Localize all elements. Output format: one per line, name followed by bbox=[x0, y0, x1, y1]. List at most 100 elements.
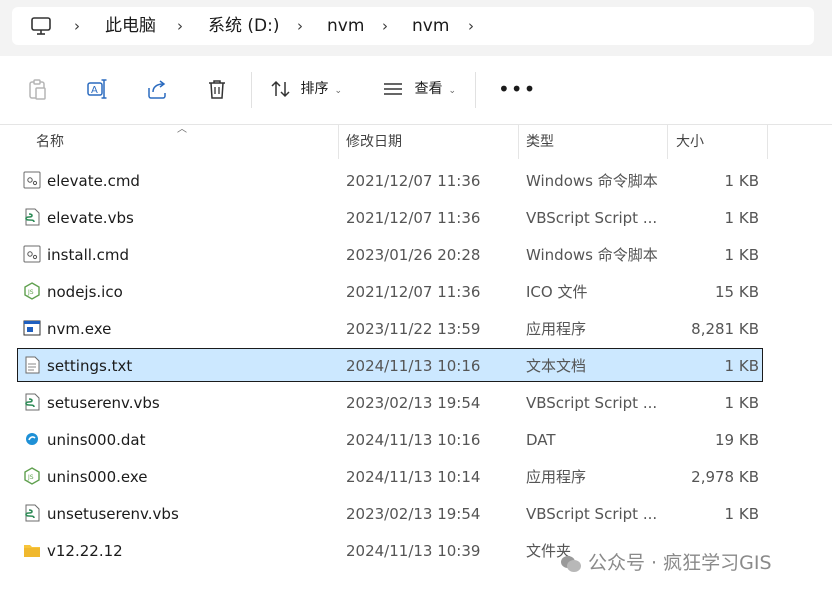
file-size: 2,978 KB bbox=[691, 468, 759, 486]
breadcrumb-this-pc[interactable]: 此电脑 bbox=[105, 7, 156, 45]
vbs-file-icon bbox=[23, 504, 41, 522]
file-type: VBScript Script ... bbox=[526, 394, 658, 412]
file-row[interactable]: unsetuserenv.vbs 2023/02/13 19:54 VBScript… bbox=[17, 496, 763, 530]
file-name: unins000.exe bbox=[47, 468, 148, 486]
file-type: 应用程序 bbox=[526, 320, 587, 338]
this-pc-icon[interactable] bbox=[30, 16, 52, 36]
rename-icon: A bbox=[87, 79, 107, 99]
chevron-down-icon: ⌄ bbox=[448, 86, 456, 96]
column-divider[interactable] bbox=[667, 125, 668, 159]
address-bar[interactable]: › 此电脑 › 系统 (D:) › nvm › nvm › bbox=[12, 7, 814, 45]
column-header-size[interactable]: 大小 bbox=[676, 125, 704, 159]
file-row[interactable]: nvm.exe 2023/11/22 13:59 应用程序 8,281 KB bbox=[17, 311, 763, 345]
vbs-file-icon bbox=[23, 393, 41, 411]
file-name: setuserenv.vbs bbox=[47, 394, 160, 412]
share-button[interactable] bbox=[142, 74, 172, 104]
file-row[interactable]: unins000.dat 2024/11/13 10:16 DAT 19 KB bbox=[17, 422, 763, 456]
file-type: Windows 命令脚本 bbox=[526, 246, 658, 264]
column-header-name[interactable]: 名称 bbox=[36, 125, 64, 159]
sort-button[interactable]: 排序 ⌄ bbox=[270, 72, 342, 106]
file-name: elevate.vbs bbox=[47, 209, 134, 227]
file-size: 1 KB bbox=[724, 394, 759, 412]
column-divider[interactable] bbox=[518, 125, 519, 159]
file-date: 2021/12/07 11:36 bbox=[346, 209, 481, 227]
view-label: 查看 bbox=[414, 81, 443, 97]
cmd-file-icon bbox=[23, 171, 41, 189]
file-date: 2021/12/07 11:36 bbox=[346, 283, 481, 301]
file-row[interactable]: install.cmd 2023/01/26 20:28 Windows 命令脚本 1… bbox=[17, 237, 763, 271]
file-size: 15 KB bbox=[715, 283, 759, 301]
file-name: v12.22.12 bbox=[47, 542, 123, 560]
file-date: 2021/12/07 11:36 bbox=[346, 172, 481, 190]
delete-button[interactable] bbox=[202, 74, 232, 104]
column-divider[interactable] bbox=[767, 125, 768, 159]
exe-file-icon bbox=[23, 319, 41, 337]
file-name: unsetuserenv.vbs bbox=[47, 505, 179, 523]
watermark: 公众号 · 疯狂学习GIS bbox=[560, 548, 772, 578]
file-row[interactable]: elevate.vbs 2021/12/07 11:36 VBScript Scri… bbox=[17, 200, 763, 234]
file-row[interactable]: JS nodejs.ico 2021/12/07 11:36 ICO 文件 15 KB bbox=[17, 274, 763, 308]
column-divider[interactable] bbox=[338, 125, 339, 159]
nodejs-icon: JS bbox=[23, 467, 41, 485]
file-size: 1 KB bbox=[724, 357, 759, 375]
breadcrumb-chevron-icon[interactable]: › bbox=[382, 7, 388, 45]
column-headers: ︿ 名称 修改日期 类型 大小 bbox=[0, 124, 832, 159]
file-size: 1 KB bbox=[724, 246, 759, 264]
file-type: Windows 命令脚本 bbox=[526, 172, 658, 190]
file-date: 2023/11/22 13:59 bbox=[346, 320, 481, 338]
address-bar-area: › 此电脑 › 系统 (D:) › nvm › nvm › bbox=[0, 0, 832, 56]
file-type: DAT bbox=[526, 431, 556, 449]
file-size: 1 KB bbox=[724, 172, 759, 190]
breadcrumb-nvm[interactable]: nvm bbox=[327, 7, 364, 45]
file-name: unins000.dat bbox=[47, 431, 146, 449]
wechat-icon bbox=[561, 555, 581, 572]
file-size: 1 KB bbox=[724, 505, 759, 523]
breadcrumb-chevron-icon[interactable]: › bbox=[468, 7, 474, 45]
file-date: 2024/11/13 10:16 bbox=[346, 431, 481, 449]
file-row[interactable]: settings.txt 2024/11/13 10:16 文本文档 1 KB bbox=[17, 348, 763, 382]
toolbar-divider bbox=[251, 72, 252, 108]
file-name: nvm.exe bbox=[47, 320, 112, 338]
nodejs-icon: JS bbox=[23, 282, 41, 300]
sort-ascending-icon: ︿ bbox=[177, 124, 187, 135]
folder-icon bbox=[23, 541, 41, 559]
more-options-button[interactable]: ••• bbox=[498, 79, 536, 99]
file-name: elevate.cmd bbox=[47, 172, 140, 190]
file-date: 2024/11/13 10:16 bbox=[346, 357, 481, 375]
column-header-type[interactable]: 类型 bbox=[526, 125, 554, 159]
sort-icon bbox=[271, 80, 290, 98]
breadcrumb-chevron-icon[interactable]: › bbox=[297, 7, 303, 45]
breadcrumb-drive[interactable]: 系统 (D:) bbox=[208, 7, 280, 45]
file-size: 8,281 KB bbox=[691, 320, 759, 338]
file-type: 文本文档 bbox=[526, 357, 587, 375]
file-type: 应用程序 bbox=[526, 468, 587, 486]
view-list-icon bbox=[384, 83, 402, 95]
file-date: 2024/11/13 10:14 bbox=[346, 468, 481, 486]
file-type: VBScript Script ... bbox=[526, 505, 658, 523]
file-row[interactable]: JS unins000.exe 2024/11/13 10:14 应用程序 2,978 … bbox=[17, 459, 763, 493]
rename-button[interactable]: A bbox=[82, 74, 112, 104]
file-name: install.cmd bbox=[47, 246, 130, 264]
column-header-date[interactable]: 修改日期 bbox=[346, 125, 402, 159]
breadcrumb-chevron-icon[interactable]: › bbox=[74, 7, 80, 45]
toolbar-divider bbox=[475, 72, 476, 108]
file-date: 2023/02/13 19:54 bbox=[346, 394, 481, 412]
file-name: nodejs.ico bbox=[47, 283, 123, 301]
share-icon bbox=[148, 80, 166, 99]
breadcrumb-nvm-current[interactable]: nvm bbox=[412, 7, 449, 45]
vbs-file-icon bbox=[23, 208, 41, 226]
file-date: 2023/01/26 20:28 bbox=[346, 246, 481, 264]
file-row[interactable]: setuserenv.vbs 2023/02/13 19:54 VBScript S… bbox=[17, 385, 763, 419]
file-date: 2024/11/13 10:39 bbox=[346, 542, 481, 560]
file-name: settings.txt bbox=[47, 357, 133, 375]
file-row[interactable]: elevate.cmd 2021/12/07 11:36 Windows 命令脚本 1… bbox=[17, 163, 763, 197]
trash-icon bbox=[209, 80, 225, 99]
svg-text:JS: JS bbox=[27, 474, 34, 481]
svg-text:A: A bbox=[91, 85, 98, 96]
file-date: 2023/02/13 19:54 bbox=[346, 505, 481, 523]
paste-icon bbox=[29, 79, 46, 100]
file-type: VBScript Script ... bbox=[526, 209, 658, 227]
breadcrumb-chevron-icon[interactable]: › bbox=[177, 7, 183, 45]
paste-button[interactable] bbox=[22, 74, 52, 104]
view-button[interactable]: 查看 ⌄ bbox=[382, 72, 456, 106]
